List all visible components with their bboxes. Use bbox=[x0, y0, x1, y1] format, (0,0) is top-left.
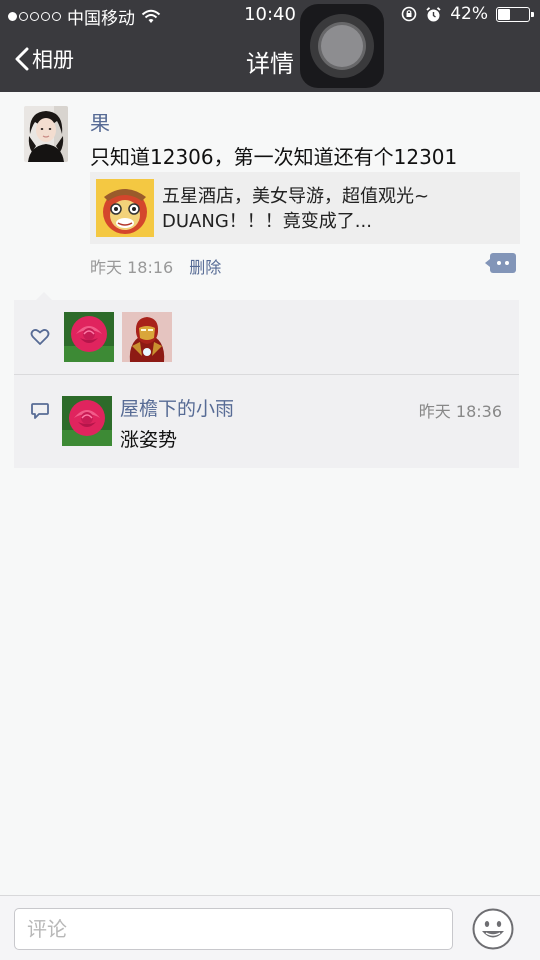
like-avatar-iron-man[interactable] bbox=[122, 312, 172, 362]
emoji-icon[interactable] bbox=[472, 908, 514, 950]
shared-link-card[interactable]: 五星酒店，美女导游，超值观光~ DUANG！！！竟变成了... bbox=[90, 172, 520, 244]
like-avatar-rose[interactable] bbox=[64, 312, 114, 362]
link-thumbnail bbox=[96, 179, 154, 237]
battery-percent: 42% bbox=[450, 4, 488, 24]
panel-divider bbox=[14, 374, 519, 375]
post-time: 昨天 18:16 bbox=[90, 258, 174, 277]
link-text-line2: DUANG！！！竟变成了... bbox=[162, 211, 372, 232]
author-avatar[interactable] bbox=[24, 106, 68, 162]
battery-fill bbox=[498, 8, 510, 20]
comment-input[interactable] bbox=[14, 908, 453, 950]
comment-text: 涨姿势 bbox=[120, 429, 178, 451]
link-text: 五星酒店，美女导游，超值观光~ DUANG！！！竟变成了... bbox=[162, 184, 512, 234]
comment-icon bbox=[31, 403, 49, 419]
comment-menu-button[interactable] bbox=[485, 253, 516, 273]
battery-icon bbox=[496, 6, 534, 22]
assistive-touch-button[interactable] bbox=[300, 4, 384, 88]
interaction-panel: 屋檐下的小雨 昨天 18:36 涨姿势 bbox=[14, 292, 519, 468]
panel-pointer bbox=[36, 292, 52, 300]
post-text: 只知道12306，第一次知道还有个12301 bbox=[90, 145, 458, 169]
post-author-name[interactable]: 果 bbox=[90, 107, 110, 136]
rotation-lock-icon bbox=[401, 6, 417, 22]
alarm-icon bbox=[426, 6, 441, 21]
comment-input-bar bbox=[0, 895, 540, 960]
nav-bar: 相册 详情 bbox=[0, 30, 540, 92]
top-bar: 中国移动 10:40 42% 相册 详情 bbox=[0, 0, 540, 92]
status-bar: 中国移动 10:40 42% bbox=[0, 0, 540, 30]
delete-button[interactable]: 删除 bbox=[189, 254, 221, 278]
post-meta: 昨天 18:16 删除 bbox=[90, 254, 221, 278]
status-right: 42% bbox=[401, 4, 534, 24]
heart-icon bbox=[30, 329, 50, 345]
comment-time: 昨天 18:36 bbox=[418, 402, 502, 421]
commenter-name[interactable]: 屋檐下的小雨 bbox=[120, 394, 234, 421]
page-title: 详情 bbox=[246, 50, 294, 78]
link-text-line1: 五星酒店，美女导游，超值观光~ bbox=[162, 186, 430, 207]
commenter-avatar[interactable] bbox=[62, 396, 112, 446]
